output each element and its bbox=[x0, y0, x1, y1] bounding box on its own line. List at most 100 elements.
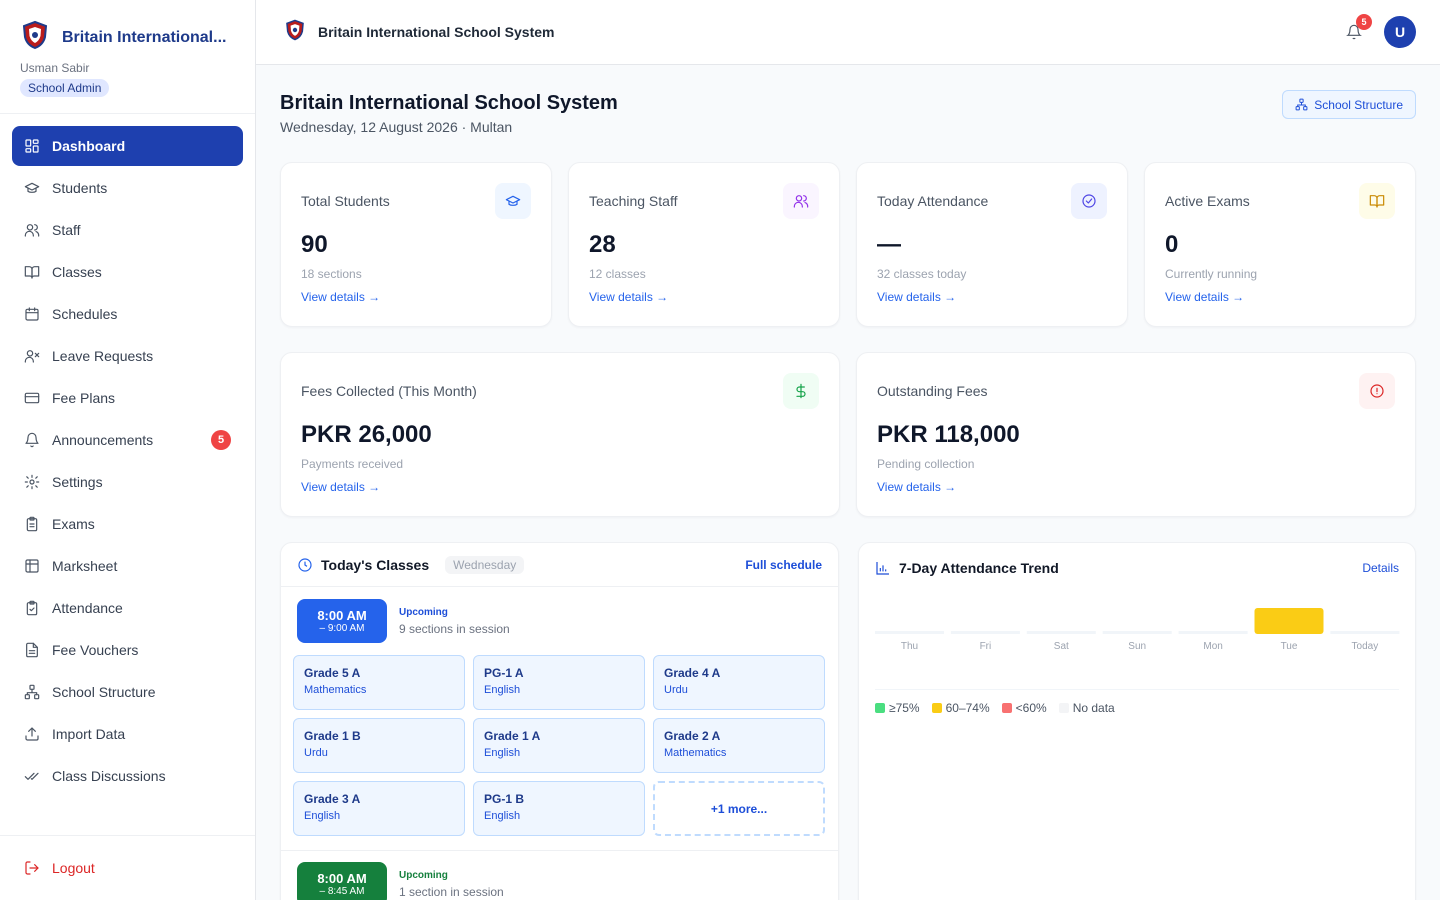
sidebar-item-school-structure[interactable]: School Structure bbox=[12, 672, 243, 712]
class-subject: English bbox=[304, 810, 341, 822]
class-card[interactable]: Grade 2 A Mathematics bbox=[653, 718, 825, 773]
trend-bar-today[interactable] bbox=[1330, 631, 1400, 634]
stat-icon-box bbox=[495, 183, 531, 219]
alert-circle-icon bbox=[1370, 384, 1384, 398]
class-subject: English bbox=[484, 747, 521, 759]
trend-bar-tue[interactable] bbox=[1254, 608, 1324, 634]
trend-bar-sun[interactable] bbox=[1102, 631, 1172, 634]
legend-item: <60% bbox=[1001, 701, 1047, 715]
class-card[interactable]: Grade 1 B Urdu bbox=[293, 718, 465, 773]
sidebar-item-label: Classes bbox=[52, 264, 102, 280]
stat-value: — bbox=[877, 231, 901, 258]
stat-subtext: 18 sections bbox=[301, 267, 362, 281]
sidebar-item-settings[interactable]: Settings bbox=[12, 462, 243, 502]
trend-details-link[interactable]: Details bbox=[1362, 561, 1399, 575]
logout-button[interactable]: Logout bbox=[0, 835, 255, 900]
more-classes-button[interactable]: +1 more... bbox=[653, 781, 825, 836]
sidebar-item-students[interactable]: Students bbox=[12, 168, 243, 208]
time-pill[interactable]: 8:00 AM – 9:00 AM bbox=[297, 599, 387, 643]
sidebar-item-announcements[interactable]: Announcements 5 bbox=[12, 420, 243, 460]
class-card[interactable]: Grade 3 A English bbox=[293, 781, 465, 836]
trend-bar-mon[interactable] bbox=[1178, 631, 1248, 634]
fee-card-collected: Fees Collected (This Month) PKR 26,000 P… bbox=[280, 352, 840, 517]
bell-icon bbox=[25, 432, 39, 448]
view-details-link[interactable]: View details → bbox=[301, 290, 380, 304]
stat-subtext: Payments received bbox=[301, 457, 404, 471]
legend-label: No data bbox=[1072, 701, 1115, 715]
book-open-icon bbox=[24, 266, 40, 279]
fee-card-outstanding: Outstanding Fees PKR 118,000 Pending col… bbox=[856, 352, 1416, 517]
network-icon bbox=[1295, 98, 1308, 111]
stat-label: Teaching Staff bbox=[589, 193, 678, 209]
bar-chart-icon bbox=[876, 562, 889, 575]
school-crest-icon bbox=[284, 19, 306, 46]
full-schedule-link[interactable]: Full schedule bbox=[745, 558, 822, 572]
sidebar-item-schedules[interactable]: Schedules bbox=[12, 294, 243, 334]
trend-x-label: Mon bbox=[1203, 641, 1222, 652]
upload-icon bbox=[25, 727, 39, 741]
class-card[interactable]: Grade 1 A English bbox=[473, 718, 645, 773]
sidebar-item-exams[interactable]: Exams bbox=[12, 504, 243, 544]
stat-label: Fees Collected (This Month) bbox=[301, 383, 477, 399]
credit-card-icon bbox=[24, 392, 40, 404]
notifications-button[interactable]: 5 bbox=[1342, 14, 1372, 44]
main-content: Britain International School System Wedn… bbox=[280, 65, 1416, 900]
slot-status: Upcoming bbox=[399, 606, 448, 618]
stat-card-today-attendance: Today Attendance — 32 classes today View… bbox=[856, 162, 1128, 327]
sidebar-item-fee-vouchers[interactable]: Fee Vouchers bbox=[12, 630, 243, 670]
trend-x-label: Thu bbox=[901, 641, 918, 652]
sidebar-item-attendance[interactable]: Attendance bbox=[12, 588, 243, 628]
legend-swatch bbox=[931, 703, 942, 713]
class-card[interactable]: Grade 4 A Urdu bbox=[653, 655, 825, 710]
class-card[interactable]: PG-1 A English bbox=[473, 655, 645, 710]
sidebar-item-fee-plans[interactable]: Fee Plans bbox=[12, 378, 243, 418]
trend-legend: ≥75% 60–74% <60% No data bbox=[875, 701, 1115, 715]
users-icon bbox=[24, 224, 40, 237]
sidebar-item-import-data[interactable]: Import Data bbox=[12, 714, 243, 754]
user-x-icon bbox=[24, 350, 40, 363]
stat-card-teaching-staff: Teaching Staff 28 12 classes View detail… bbox=[568, 162, 840, 327]
sidebar-item-dashboard[interactable]: Dashboard bbox=[12, 126, 243, 166]
class-name: Grade 1 A bbox=[484, 729, 541, 743]
class-card[interactable]: Grade 5 A Mathematics bbox=[293, 655, 465, 710]
attendance-trend-card: 7-Day Attendance Trend Details Thu Fri Sat… bbox=[858, 542, 1416, 900]
legend-swatch bbox=[1058, 703, 1069, 713]
view-details-link[interactable]: View details → bbox=[589, 290, 668, 304]
time-pill[interactable]: 8:00 AM – 8:45 AM bbox=[297, 862, 387, 900]
trend-bar-fri[interactable] bbox=[950, 631, 1020, 634]
sidebar: Britain International... Usman Sabir Sch… bbox=[0, 0, 256, 900]
sidebar-item-staff[interactable]: Staff bbox=[12, 210, 243, 250]
attendance-trend-chart: Thu Fri Sat Sun Mon Tue Today bbox=[875, 608, 1400, 652]
view-details-link[interactable]: View details → bbox=[877, 480, 956, 494]
stat-card-active-exams: Active Exams 0 Currently running View de… bbox=[1144, 162, 1416, 327]
stat-value: 90 bbox=[301, 231, 328, 258]
todays-classes-title: Today's Classes bbox=[321, 556, 430, 573]
sidebar-item-classes[interactable]: Classes bbox=[12, 252, 243, 292]
network-icon bbox=[24, 684, 40, 700]
view-details-link[interactable]: View details → bbox=[301, 480, 380, 494]
user-avatar[interactable]: U bbox=[1384, 16, 1416, 48]
trend-x-label: Fri bbox=[980, 641, 992, 652]
class-subject: Urdu bbox=[664, 684, 688, 696]
sidebar-item-marksheet[interactable]: Marksheet bbox=[12, 546, 243, 586]
brand-name[interactable]: Britain International... bbox=[62, 29, 234, 47]
sidebar-item-leave-requests[interactable]: Leave Requests bbox=[12, 336, 243, 376]
view-details-link[interactable]: View details → bbox=[1165, 290, 1244, 304]
legend-label: 60–74% bbox=[945, 701, 990, 715]
sidebar-nav: Dashboard Students Staff Classes Schedul… bbox=[0, 114, 255, 810]
sidebar-item-class-discussions[interactable]: Class Discussions bbox=[12, 756, 243, 796]
trend-bar-thu[interactable] bbox=[875, 631, 944, 634]
table-icon bbox=[25, 559, 39, 573]
trend-title: 7-Day Attendance Trend bbox=[899, 560, 1059, 576]
sidebar-item-label: Fee Plans bbox=[52, 390, 116, 406]
school-structure-button[interactable]: School Structure bbox=[1282, 90, 1416, 119]
stat-icon-box bbox=[1359, 183, 1395, 219]
class-card[interactable]: PG-1 B English bbox=[473, 781, 645, 836]
stat-subtext: 12 classes bbox=[589, 267, 646, 281]
view-details-link[interactable]: View details → bbox=[877, 290, 956, 304]
time-slot: 8:00 AM – 9:00 AM Upcoming 9 sections in… bbox=[297, 599, 510, 643]
class-name: Grade 4 A bbox=[664, 666, 721, 680]
stat-value: 28 bbox=[589, 231, 616, 258]
trend-bar-sat[interactable] bbox=[1026, 631, 1096, 634]
topbar: Britain International School System 5 U bbox=[256, 0, 1440, 65]
